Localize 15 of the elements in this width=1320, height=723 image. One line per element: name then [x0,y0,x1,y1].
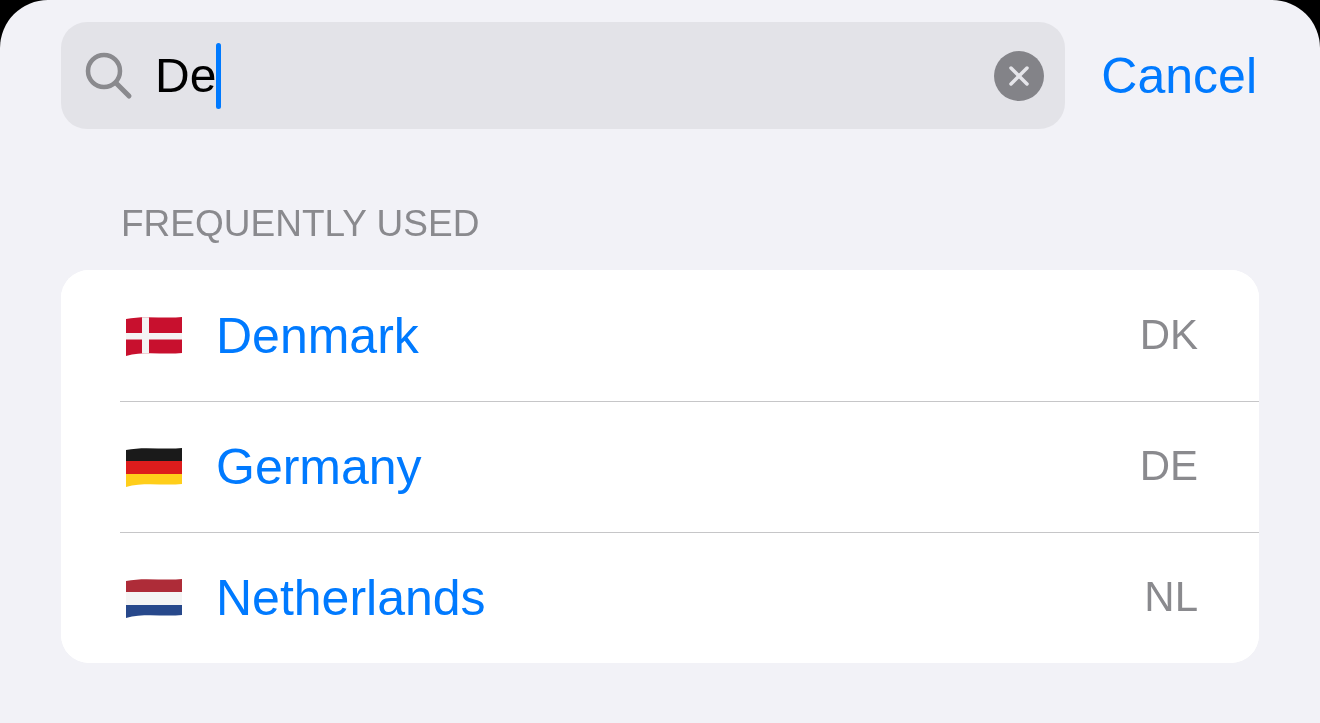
section-header: FREQUENTLY USED [121,202,480,246]
cancel-button[interactable]: Cancel [1101,45,1257,106]
search-query: De [155,47,217,104]
search-field[interactable]: De [61,22,1066,129]
country-code: NL [1144,572,1198,623]
country-code: DE [1139,441,1198,492]
country-code: DK [1139,310,1198,361]
search-icon [84,50,134,101]
country-name: Denmark [216,306,419,366]
flag-icon [126,315,182,356]
country-name: Germany [216,437,422,497]
flag-icon [126,446,182,487]
flag-icon [126,577,182,618]
country-name: Netherlands [216,568,486,628]
close-icon [1009,65,1030,86]
